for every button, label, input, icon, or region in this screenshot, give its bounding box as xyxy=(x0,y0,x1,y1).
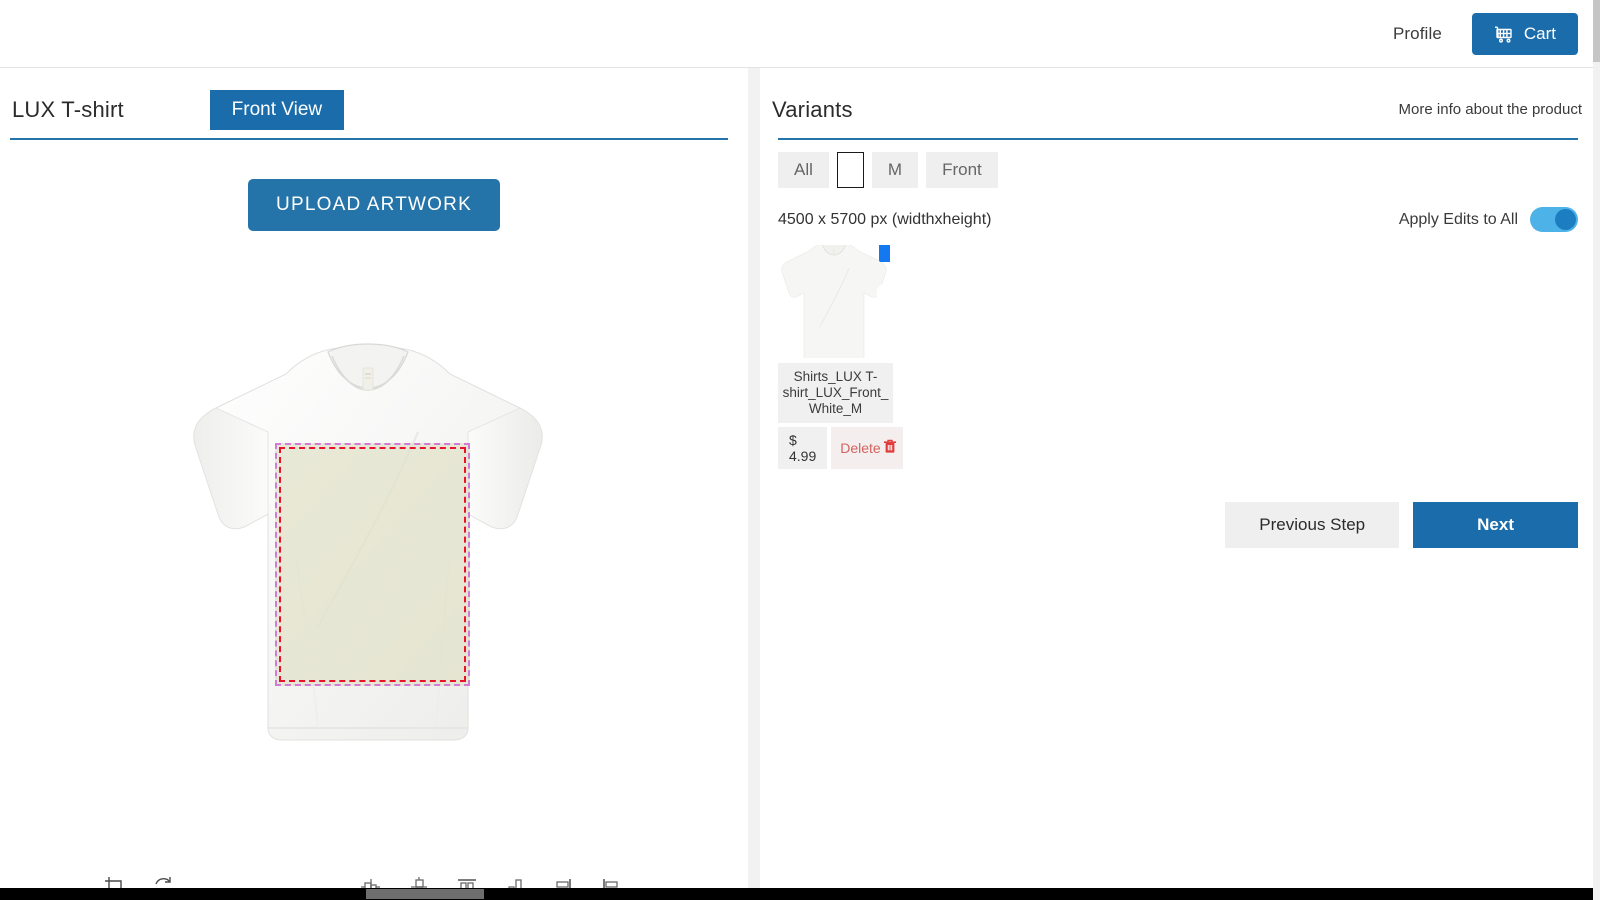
tab-front-view[interactable]: Front View xyxy=(209,89,345,130)
variant-price: $ 4.99 xyxy=(778,427,828,469)
vertical-scrollbar-thumb[interactable] xyxy=(1593,0,1600,62)
variant-delete-label: Delete xyxy=(840,440,881,456)
filter-chip-size-m[interactable]: M xyxy=(871,152,919,188)
next-button[interactable]: Next xyxy=(1413,502,1578,548)
filter-chip-front[interactable]: Front xyxy=(926,152,998,188)
cart-button-label: Cart xyxy=(1523,23,1556,43)
apply-edits-control: Apply Edits to All xyxy=(1399,207,1578,232)
profile-link[interactable]: Profile xyxy=(1393,24,1442,44)
more-info-link[interactable]: More info about the product xyxy=(1399,101,1582,118)
variant-card: Shirts_LUX T-shirt_LUX_Front_White_M $ 4… xyxy=(778,245,903,469)
artwork-dimensions-text: 4500 x 5700 px (widthxheight) xyxy=(778,210,992,228)
dimensions-row: 4500 x 5700 px (widthxheight) Apply Edit… xyxy=(760,188,1600,232)
variants-panel: Variants More info about the product All… xyxy=(760,68,1600,900)
filter-chip-color-swatch[interactable] xyxy=(836,152,864,188)
variants-header: Variants More info about the product xyxy=(760,81,1600,138)
horizontal-scrollbar-thumb[interactable] xyxy=(366,889,484,899)
variant-name: Shirts_LUX T-shirt_LUX_Front_White_M xyxy=(778,363,893,423)
toggle-knob xyxy=(1555,209,1576,230)
tshirt-mockup[interactable] xyxy=(168,336,568,746)
step-navigation: Previous Step Next xyxy=(760,469,1600,548)
horizontal-scrollbar[interactable] xyxy=(0,888,1600,900)
trash-icon xyxy=(883,439,897,457)
variant-meta-row: $ 4.99 Delete xyxy=(778,427,903,469)
vertical-scrollbar[interactable] xyxy=(1593,0,1600,900)
variant-selected-checkbox[interactable] xyxy=(876,245,890,312)
previous-step-button[interactable]: Previous Step xyxy=(1225,502,1400,548)
upload-artwork-area: UPLOAD ARTWORK xyxy=(0,179,748,231)
editor-divider xyxy=(10,138,728,140)
apply-edits-toggle[interactable] xyxy=(1530,207,1578,232)
apply-edits-label: Apply Edits to All xyxy=(1398,210,1518,228)
upload-artwork-button[interactable]: UPLOAD ARTWORK xyxy=(248,179,500,231)
workspace: LUX T-shirt Front View UPLOAD ARTWORK Va… xyxy=(0,68,1600,900)
variant-thumbnail[interactable] xyxy=(778,245,890,358)
variants-title: Variants xyxy=(772,96,853,122)
design-editor-panel: LUX T-shirt Front View UPLOAD ARTWORK xyxy=(0,68,748,900)
print-area-boundary[interactable] xyxy=(275,443,470,686)
variant-filter-chips: All M Front xyxy=(760,140,1600,188)
cart-button[interactable]: Cart xyxy=(1471,12,1578,55)
variant-delete-button[interactable]: Delete xyxy=(831,427,903,469)
filter-chip-all[interactable]: All xyxy=(778,152,829,188)
panel-gutter xyxy=(748,68,760,900)
shopping-cart-icon xyxy=(1494,25,1514,43)
variant-tshirt-image xyxy=(781,245,887,358)
page-title: LUX T-shirt xyxy=(12,96,124,122)
top-header-bar: Profile Cart xyxy=(0,0,1600,68)
editor-header: LUX T-shirt Front View xyxy=(0,81,748,138)
